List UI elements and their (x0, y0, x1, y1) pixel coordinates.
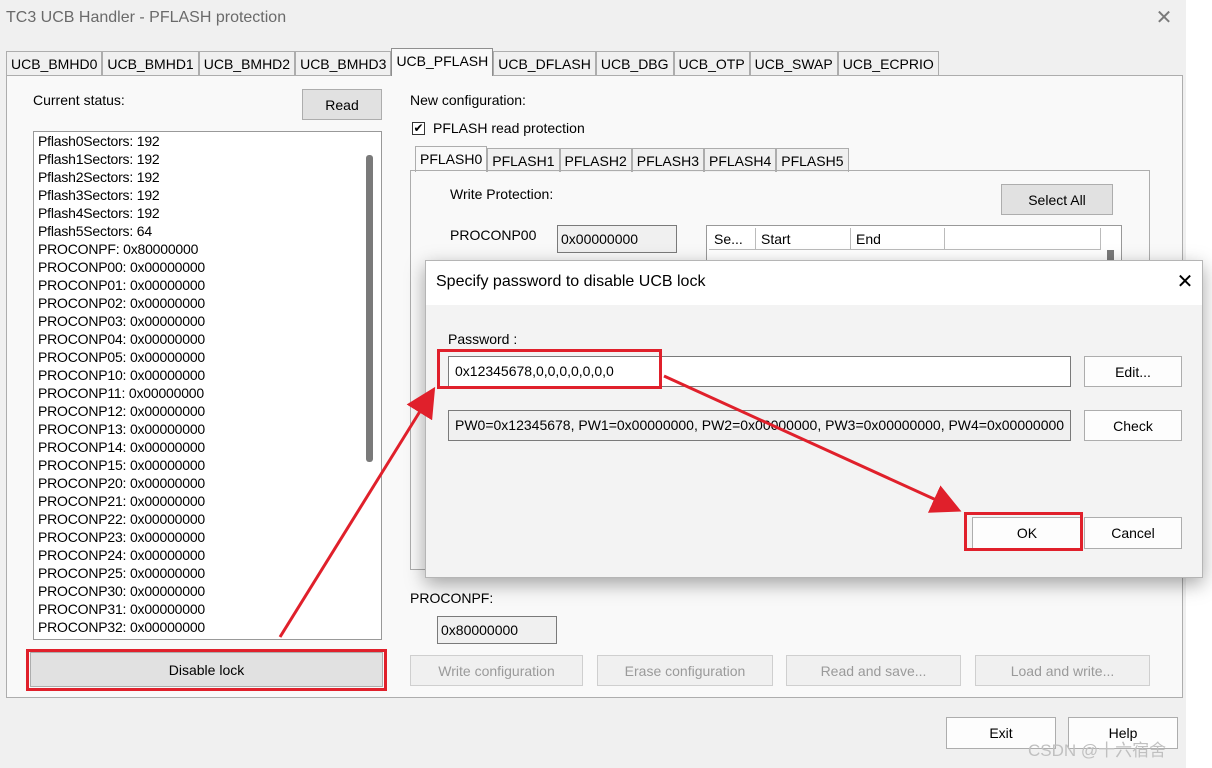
watermark: CSDN @十六宿舍 (1028, 741, 1167, 760)
arrow-to-ok (663, 374, 962, 513)
arrow-to-password (278, 386, 436, 638)
tab-ucb-pflash[interactable]: UCB_PFLASH (391, 48, 494, 76)
annotation-arrows (278, 374, 962, 638)
